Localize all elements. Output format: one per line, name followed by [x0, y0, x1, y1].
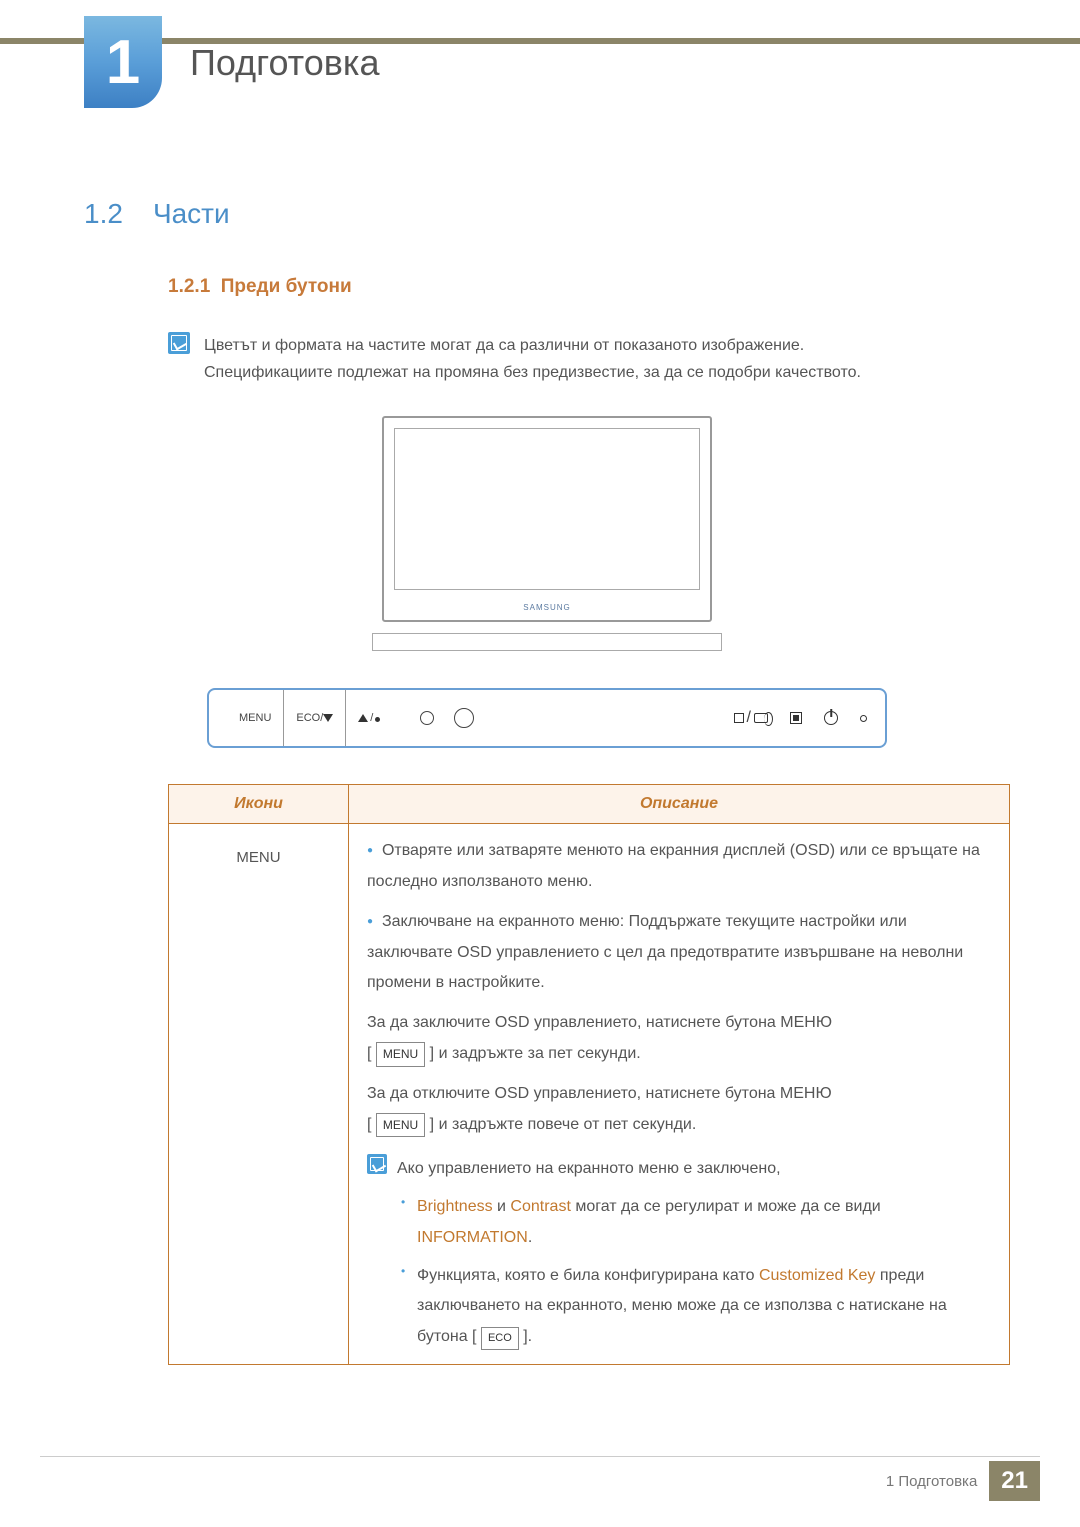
subsection-heading: 1.2.1 Преди бутони: [168, 276, 1010, 298]
section-title: Части: [153, 198, 230, 230]
table-row: MENU ● Отваряте или затваряте менюто на …: [169, 824, 1010, 1365]
desc-cell-menu: ● Отваряте или затваряте менюто на екран…: [349, 824, 1010, 1365]
screen-area: [394, 428, 700, 590]
icon-description-table: Икони Описание MENU ● Отваряте или затва…: [168, 784, 1010, 1365]
led-indicator-icon: [860, 715, 867, 722]
up-arrow-icon: [358, 714, 368, 722]
note-line-1: Цветът и формата на частите могат да са …: [204, 332, 861, 359]
desc-bullet-1: Отваряте или затваряте менюто на екранни…: [367, 842, 980, 889]
brand-logo: SAMSUNG: [384, 603, 710, 612]
inner-note-item-1: Brightness и Contrast могат да се регули…: [397, 1192, 991, 1253]
lock-instr-1b: и задръжте за пет секунди.: [434, 1045, 641, 1062]
th-icons: Икони: [169, 785, 349, 824]
footer-divider: [40, 1456, 1040, 1457]
icon-cell-menu: MENU: [169, 824, 349, 1365]
subsection-title: Преди бутони: [221, 276, 352, 297]
note-line-2: Спецификациите подлежат на промяна без п…: [204, 359, 861, 386]
subsection-number: 1.2.1: [168, 276, 210, 297]
menu-button-frame: MENU: [376, 1042, 425, 1067]
desc-bullet-2: Заключване на екранното меню: Поддържате…: [367, 913, 963, 991]
inner-note: Ако управлението на екранното меню е зак…: [367, 1154, 991, 1352]
power-icon: [824, 711, 838, 725]
circle-medium-icon: [454, 708, 474, 728]
note-callout: Цветът и формата на частите могат да са …: [168, 332, 1010, 386]
note-icon: [168, 332, 190, 354]
inner-note-item-2: Функцията, която е била конфигурирана ка…: [397, 1261, 991, 1352]
eco-button-frame: ECO: [481, 1327, 519, 1350]
menu-button-frame-2: MENU: [376, 1113, 425, 1138]
monitor-stand: [372, 633, 722, 651]
note-icon: [367, 1154, 387, 1174]
chapter-title: Подготовка: [190, 42, 379, 84]
monitor-diagram: SAMSUNG MENU ECO/ / /: [84, 416, 1010, 748]
top-accent-bar: [0, 38, 1080, 44]
lock-instr-2a: За да отключите OSD управлението, натисн…: [367, 1085, 832, 1102]
circle-small-icon: [420, 711, 434, 725]
up-enter-label: /: [346, 690, 392, 746]
footer-chapter-ref: 1 Подготовка: [886, 1473, 977, 1490]
pip-icon: [790, 712, 802, 724]
enter-dot-icon: [375, 717, 380, 722]
button-bar-detail: MENU ECO/ / /: [207, 688, 887, 748]
lock-instr-2b: и задръжте повече от пет секунди.: [434, 1116, 696, 1133]
inner-note-intro: Ако управлението на екранното меню е зак…: [397, 1154, 991, 1184]
chapter-number: 1: [106, 27, 140, 98]
section-heading: 1.2 Части: [84, 198, 1010, 230]
down-arrow-icon: [323, 714, 333, 722]
chapter-badge: 1: [84, 16, 162, 108]
eco-button-label: ECO/: [284, 690, 346, 746]
monitor-outline: SAMSUNG: [382, 416, 712, 622]
section-number: 1.2: [84, 198, 123, 230]
th-desc: Описание: [349, 785, 1010, 824]
source-auto-icon: /: [734, 709, 768, 727]
lock-instr-1a: За да заключите OSD управлението, натисн…: [367, 1014, 832, 1031]
footer-page-number: 21: [989, 1461, 1040, 1501]
page-footer: 1 Подготовка 21: [886, 1461, 1040, 1501]
menu-button-label: MENU: [227, 690, 284, 746]
